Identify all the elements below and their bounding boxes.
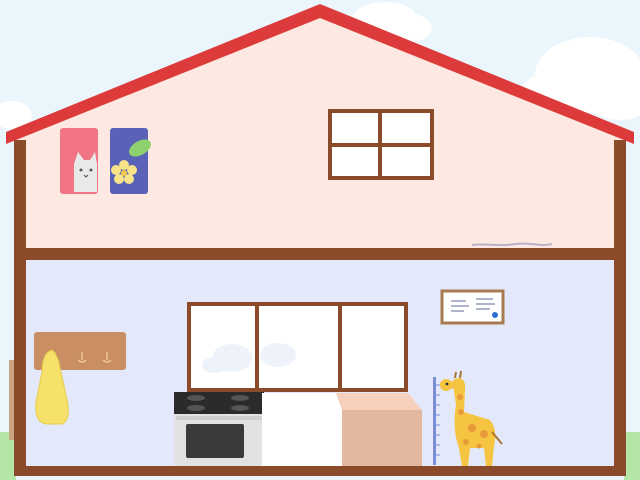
- ground-floor-beam: [14, 466, 626, 476]
- floor-divider: [14, 248, 626, 260]
- game-scene: [0, 0, 640, 480]
- frame-left-post: [14, 140, 26, 476]
- frame-right-post: [614, 140, 626, 476]
- counter[interactable]: [262, 393, 422, 466]
- flower-poster[interactable]: [110, 128, 154, 194]
- stove[interactable]: [174, 392, 264, 466]
- grass-right: [624, 432, 640, 480]
- house-scene-svg: [0, 0, 640, 480]
- upper-window[interactable]: [328, 109, 434, 180]
- notice-board[interactable]: [440, 289, 505, 325]
- lower-window[interactable]: [187, 302, 408, 392]
- cat-poster[interactable]: [60, 128, 98, 194]
